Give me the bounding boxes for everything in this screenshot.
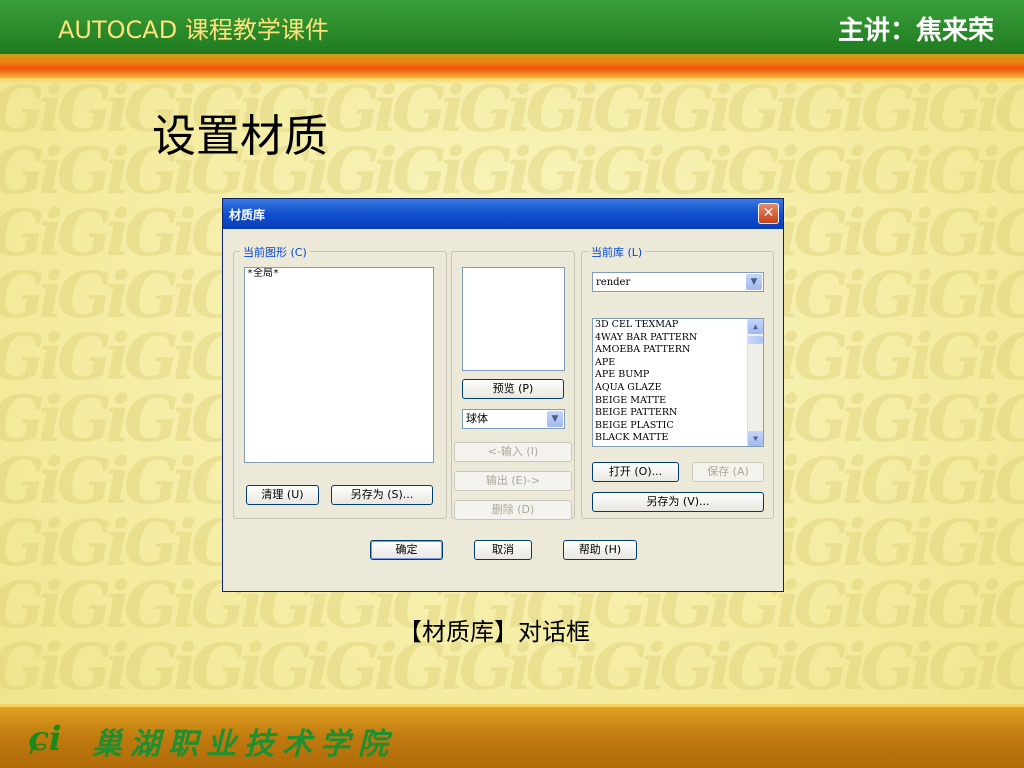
material-library-dialog: 材质库 ✕ 当前图形 (C) *全局* 清理 (U) 另存为 (S)... 预览… [222, 198, 784, 592]
library-scrollbar[interactable]: ▲ ▼ [747, 319, 763, 446]
library-select[interactable]: render ▼ [592, 272, 764, 292]
header-stripe [0, 54, 1024, 78]
list-item[interactable]: BEIGE MATTE [593, 395, 763, 408]
header-bar: AUTOCAD 课程教学课件 主讲：焦来荣 [0, 0, 1024, 54]
list-item[interactable]: AQUA GLAZE [593, 382, 763, 395]
list-item[interactable]: APE [593, 357, 763, 370]
export-button[interactable]: 输出 (E)-> [454, 471, 572, 491]
close-icon[interactable]: ✕ [758, 203, 779, 224]
chevron-down-icon[interactable]: ▼ [746, 274, 762, 290]
delete-button[interactable]: 删除 (D) [454, 500, 572, 520]
preview-pane [462, 267, 565, 371]
header-stripe-fade [0, 78, 1024, 84]
dialog-caption: 【材质库】对话框 [398, 618, 590, 646]
lecturer-name: 主讲：焦来荣 [837, 16, 994, 46]
preview-group: 预览 (P) 球体 ▼ <-输入 (I) 输出 (E)-> 删除 (D) [451, 251, 575, 520]
import-button[interactable]: <-输入 (I) [454, 442, 572, 462]
library-value: render [596, 277, 631, 288]
library-material-list[interactable]: 3D CEL TEXMAP 4WAY BAR PATTERN AMOEBA PA… [592, 318, 764, 447]
list-item[interactable]: AMOEBA PATTERN [593, 344, 763, 357]
list-item[interactable]: *全局* [245, 268, 433, 281]
ok-button[interactable]: 确定 [370, 540, 443, 560]
chevron-down-icon[interactable]: ▼ [547, 411, 563, 427]
footer-bar: ɕi 巢湖职业技术学院 [0, 704, 1024, 768]
purge-button[interactable]: 清理 (U) [246, 485, 319, 505]
preview-shape-value: 球体 [466, 412, 488, 425]
current-library-group: 当前库 (L) render ▼ 3D CEL TEXMAP 4WAY BAR … [581, 244, 774, 519]
list-item[interactable]: BLACK MATTE [593, 432, 763, 445]
save-as-library-button[interactable]: 另存为 (V)... [592, 492, 764, 512]
school-name: 巢湖职业技术学院 [92, 727, 396, 762]
open-library-button[interactable]: 打开 (O)... [592, 462, 679, 482]
dialog-titlebar[interactable]: 材质库 ✕ [223, 199, 783, 229]
list-item[interactable]: BEIGE PLASTIC [593, 420, 763, 433]
preview-shape-select[interactable]: 球体 ▼ [462, 409, 565, 429]
scroll-down-icon[interactable]: ▼ [748, 431, 763, 446]
scroll-up-icon[interactable]: ▲ [748, 319, 763, 334]
preview-button[interactable]: 预览 (P) [462, 379, 564, 399]
current-library-label: 当前库 (L) [588, 244, 646, 260]
save-as-drawing-button[interactable]: 另存为 (S)... [331, 485, 433, 505]
list-item[interactable]: 3D CEL TEXMAP [593, 319, 763, 332]
current-drawing-list[interactable]: *全局* [244, 267, 434, 463]
scroll-thumb[interactable] [748, 336, 763, 344]
help-button[interactable]: 帮助 (H) [563, 540, 637, 560]
current-drawing-group: 当前图形 (C) *全局* 清理 (U) 另存为 (S)... [233, 244, 447, 519]
course-title: AUTOCAD 课程教学课件 [58, 16, 329, 44]
library-items: 3D CEL TEXMAP 4WAY BAR PATTERN AMOEBA PA… [593, 319, 763, 445]
dialog-title: 材质库 [229, 208, 266, 222]
cancel-button[interactable]: 取消 [474, 540, 532, 560]
slide-heading: 设置材质 [152, 111, 328, 162]
save-library-button[interactable]: 保存 (A) [692, 462, 764, 482]
current-drawing-label: 当前图形 (C) [240, 244, 310, 260]
school-logo-icon: ɕi [28, 719, 62, 759]
list-item[interactable]: APE BUMP [593, 369, 763, 382]
list-item[interactable]: BEIGE PATTERN [593, 407, 763, 420]
list-item[interactable]: 4WAY BAR PATTERN [593, 332, 763, 345]
